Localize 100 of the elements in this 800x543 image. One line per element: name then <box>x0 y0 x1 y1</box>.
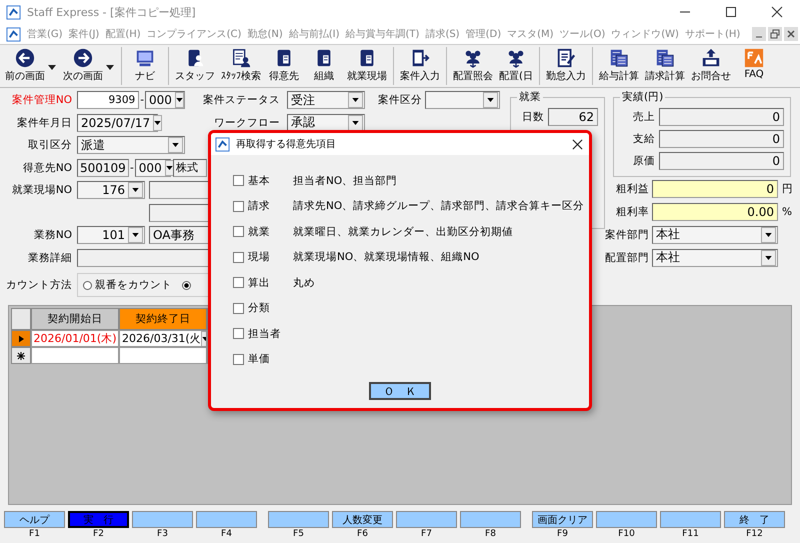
status-dropdown[interactable]: 受注 <box>287 91 365 110</box>
checkbox[interactable]: 就業 <box>233 224 293 239</box>
branch-dropdown[interactable]: 000 <box>145 91 185 110</box>
value-field: 0 <box>659 152 784 170</box>
toolbar-button[interactable]: 請求計算 <box>642 45 688 83</box>
app-icon[interactable] <box>6 26 21 42</box>
menu-item[interactable]: 勤怠(N) <box>247 27 283 41</box>
toolbar-button[interactable]: 得意先 <box>264 45 304 83</box>
deal-type-dropdown[interactable]: 派遣 <box>77 136 185 154</box>
caret-icon[interactable] <box>106 65 114 70</box>
caret-icon[interactable] <box>48 65 56 70</box>
column-header[interactable]: 契約開始日 <box>31 308 119 330</box>
item-description: 就業曜日、就業カレンダー、出勤区分初期値 <box>293 224 513 239</box>
ok-button[interactable]: Ｏ Ｋ <box>369 382 431 400</box>
document-arrow-icon <box>410 48 430 68</box>
radio-option[interactable] <box>182 280 191 290</box>
toolbar-button[interactable]: 給与計算 <box>596 45 642 83</box>
site-name-field[interactable] <box>149 181 209 200</box>
radio-option[interactable]: 親番をカウント <box>83 278 172 292</box>
department-dropdown[interactable]: 本社 <box>652 248 778 266</box>
toolbar-button[interactable]: 勤怠入力 <box>543 45 589 83</box>
menu-item[interactable]: 案件(J) <box>68 27 100 41</box>
department-dropdown[interactable]: 本社 <box>652 226 778 244</box>
toolbar-button[interactable]: ｽﾀｯﾌ検索 <box>218 45 264 83</box>
table-cell[interactable] <box>119 347 207 364</box>
checkbox[interactable]: 担当者 <box>233 326 293 341</box>
minimize-icon[interactable] <box>752 27 766 41</box>
close-icon[interactable] <box>771 6 783 18</box>
toolbar-button[interactable]: お問合せ <box>688 45 734 83</box>
menu-item[interactable]: 請求(S) <box>425 27 460 41</box>
toolbar-button[interactable]: ナビ <box>125 45 165 83</box>
menu-item[interactable]: 配置(H) <box>105 27 141 41</box>
toolbar-button[interactable]: 配置照会 <box>450 45 496 83</box>
toolbar-button[interactable]: 次の画面 <box>60 45 106 83</box>
field-label: 日数 <box>522 110 544 124</box>
value-field: 62 <box>548 108 598 126</box>
caret-icon <box>172 143 179 148</box>
restore-icon[interactable] <box>768 27 782 41</box>
key-label: F3 <box>157 529 168 540</box>
job-name-field[interactable]: OA事務 <box>149 226 209 244</box>
menu-item[interactable]: 給与賞与年調(T) <box>346 27 420 41</box>
field-label: 業務NO <box>32 228 72 242</box>
client-name-field[interactable]: 株式 <box>172 158 207 177</box>
caret-icon <box>352 120 359 125</box>
item-description: 就業現場NO、就業現場情報、組織NO <box>293 250 480 264</box>
field-label: 案件区分 <box>378 93 422 108</box>
toolbar-button[interactable]: 前の画面 <box>2 45 48 83</box>
function-key-button[interactable]: 画面クリア <box>532 511 593 528</box>
menu-item[interactable]: マスタ(M) <box>507 27 554 41</box>
branch-dropdown[interactable]: 000 <box>134 158 171 177</box>
close-icon[interactable] <box>572 138 583 150</box>
toolbar-button[interactable]: 組織 <box>304 45 344 83</box>
function-key-button[interactable]: 終 了 <box>724 511 785 528</box>
checkbox[interactable]: 単価 <box>233 352 293 366</box>
menu-item[interactable]: サポート(H) <box>684 27 740 41</box>
toolbar-button[interactable]: 案件入力 <box>397 45 443 83</box>
checkbox[interactable]: 分類 <box>233 301 293 316</box>
function-key-button[interactable]: ヘルプ <box>4 511 65 528</box>
menu-item[interactable]: 管理(D) <box>466 27 502 41</box>
toolbar-button[interactable]: FAQ <box>734 45 774 80</box>
checkbox[interactable]: 現場 <box>233 250 293 264</box>
field-label: 案件ステータス <box>202 93 280 108</box>
table-cell[interactable]: 2026/03/31(火 <box>119 330 207 347</box>
people-icon <box>463 48 483 68</box>
caret-icon <box>132 188 139 192</box>
site-detail-field[interactable] <box>149 204 209 222</box>
case-type-dropdown[interactable] <box>425 91 500 110</box>
caret-icon <box>487 98 494 102</box>
menu-item[interactable]: ツール(O) <box>560 27 606 41</box>
client-number-field[interactable]: 500109 <box>77 158 129 177</box>
column-header[interactable]: 契約終了日 <box>119 308 207 330</box>
checkbox[interactable]: 算出 <box>233 276 293 290</box>
site-number-dropdown[interactable]: 176 <box>77 181 145 200</box>
job-number-dropdown[interactable]: 101 <box>77 226 145 244</box>
tray-arrow-icon <box>701 48 721 68</box>
caret-icon <box>132 233 139 238</box>
key-label: F10 <box>618 529 635 540</box>
dialog-title: 再取得する得意先項目 <box>236 138 336 151</box>
caret-icon <box>154 120 162 125</box>
job-detail-field[interactable] <box>77 248 209 267</box>
menu-item[interactable]: 営業(G) <box>27 27 63 41</box>
checkbox[interactable]: 請求 <box>233 199 293 214</box>
toolbar-button[interactable]: スタッフ <box>172 45 218 83</box>
menu-item[interactable]: 給与前払(I) <box>288 27 340 41</box>
toolbar-button[interactable]: 配置(日 <box>496 45 536 83</box>
caret-icon <box>765 256 772 260</box>
table-cell[interactable] <box>31 347 119 364</box>
menu-item[interactable]: コンプライアンス(C) <box>146 27 242 41</box>
app-icon <box>215 136 230 152</box>
document-pen-icon <box>556 48 576 68</box>
checkbox[interactable]: 基本 <box>233 174 293 188</box>
row-indicator[interactable] <box>11 330 31 347</box>
function-key-button[interactable]: 人数変更 <box>332 511 393 528</box>
menu-item[interactable]: ウィンドウ(W) <box>611 27 679 41</box>
workflow-dropdown[interactable]: 承認 <box>287 114 365 132</box>
new-row-indicator[interactable] <box>11 347 31 364</box>
case-number-field[interactable]: 9309 <box>77 91 140 110</box>
table-cell[interactable]: 2026/01/01(木) <box>31 330 119 347</box>
toolbar-button[interactable]: 就業現場 <box>344 45 390 83</box>
maximize-icon[interactable] <box>725 6 737 18</box>
